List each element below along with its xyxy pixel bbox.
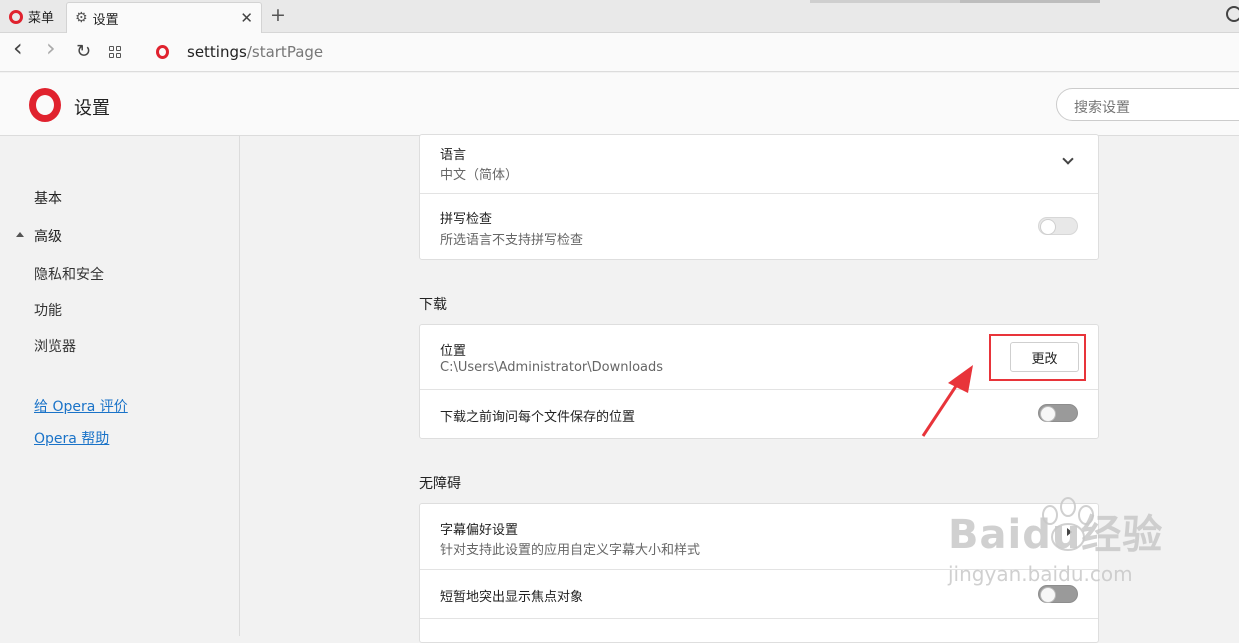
spellcheck-sub: 所选语言不支持拼写检查	[440, 233, 584, 248]
downloads-section-title: 下载	[419, 297, 447, 313]
sidebar-item-features[interactable]: 功能	[34, 300, 62, 320]
language-card: 语言 中文（简体） 拼写检查 所选语言不支持拼写检查	[419, 134, 1099, 260]
ask-location-toggle[interactable]	[1038, 404, 1078, 422]
url-field[interactable]: settings/startPage	[187, 43, 323, 61]
back-button[interactable]: ‹	[13, 36, 23, 60]
speed-dial-icon[interactable]	[109, 46, 121, 58]
tab-settings[interactable]: ⚙ 设置 ✕	[66, 2, 262, 33]
gear-icon: ⚙	[75, 10, 88, 26]
sidebar-item-privacy[interactable]: 隐私和安全	[34, 264, 104, 284]
reload-button[interactable]: ↻	[76, 41, 91, 63]
address-bar: ‹ › ↻ settings/startPage	[0, 33, 1239, 72]
sidebar-item-basic[interactable]: 基本	[34, 188, 62, 208]
language-title: 语言	[440, 148, 467, 163]
annotation-arrow-icon	[921, 365, 973, 437]
spellcheck-toggle[interactable]	[1038, 217, 1078, 235]
settings-main: 语言 中文（简体） 拼写检查 所选语言不支持拼写检查 下载 位置 C:\User…	[241, 134, 1239, 643]
focus-highlight-toggle[interactable]	[1038, 585, 1078, 603]
caption-sub: 针对支持此设置的应用自定义字幕大小和样式	[440, 543, 701, 558]
tabbar-shade	[960, 0, 1100, 3]
rate-opera-link[interactable]: 给 Opera 评价	[34, 396, 128, 416]
ask-location-title: 下载之前询问每个文件保存的位置	[440, 410, 636, 425]
open-external-icon[interactable]	[1067, 528, 1072, 536]
opera-site-icon	[156, 45, 169, 59]
opera-help-link[interactable]: Opera 帮助	[34, 428, 109, 448]
spellcheck-title: 拼写检查	[440, 212, 493, 227]
search-settings-input[interactable]	[1056, 88, 1239, 121]
search-tabs-icon[interactable]	[1226, 6, 1239, 22]
sidebar: 基本 高级 隐私和安全 功能 浏览器 给 Opera 评价 Opera 帮助	[0, 136, 240, 636]
forward-button[interactable]: ›	[46, 36, 56, 60]
tabbar-shade	[810, 0, 960, 3]
close-tab-icon[interactable]: ✕	[240, 9, 253, 27]
opera-menu-button[interactable]: 菜单	[0, 0, 64, 33]
opera-logo-icon	[9, 9, 23, 24]
focus-highlight-title: 短暂地突出显示焦点对象	[440, 590, 584, 605]
tab-label: 设置	[92, 12, 119, 28]
tab-bar: 菜单 ⚙ 设置 ✕ +	[0, 0, 1239, 33]
spellcheck-row: 拼写检查 所选语言不支持拼写检查	[420, 194, 1098, 259]
location-value: C:\Users\Administrator\Downloads	[440, 360, 664, 375]
menu-label: 菜单	[28, 11, 55, 26]
page-title: 设置	[74, 98, 110, 119]
new-tab-button[interactable]: +	[270, 5, 286, 25]
opera-logo-icon	[29, 88, 61, 122]
chevron-down-icon[interactable]	[1062, 153, 1074, 165]
accessibility-card: 字幕偏好设置 针对支持此设置的应用自定义字幕大小和样式 短暂地突出显示焦点对象	[419, 503, 1099, 643]
ask-location-row: 下载之前询问每个文件保存的位置	[420, 390, 1098, 438]
url-path: /startPage	[246, 43, 324, 61]
collapse-caret-icon[interactable]	[16, 232, 24, 237]
settings-header: 设置	[0, 73, 1239, 136]
caption-title: 字幕偏好设置	[440, 523, 519, 538]
accessibility-section-title: 无障碍	[419, 476, 461, 492]
language-row[interactable]: 语言 中文（简体）	[420, 135, 1098, 194]
focus-highlight-row: 短暂地突出显示焦点对象	[420, 570, 1098, 619]
location-title: 位置	[440, 344, 467, 359]
language-value: 中文（简体）	[440, 168, 519, 183]
url-host: settings	[187, 43, 247, 61]
caption-preferences-row[interactable]: 字幕偏好设置 针对支持此设置的应用自定义字幕大小和样式	[420, 504, 1098, 570]
sidebar-item-browser[interactable]: 浏览器	[34, 336, 76, 356]
annotation-highlight-box	[989, 334, 1086, 381]
sidebar-item-advanced[interactable]: 高级	[34, 226, 62, 246]
